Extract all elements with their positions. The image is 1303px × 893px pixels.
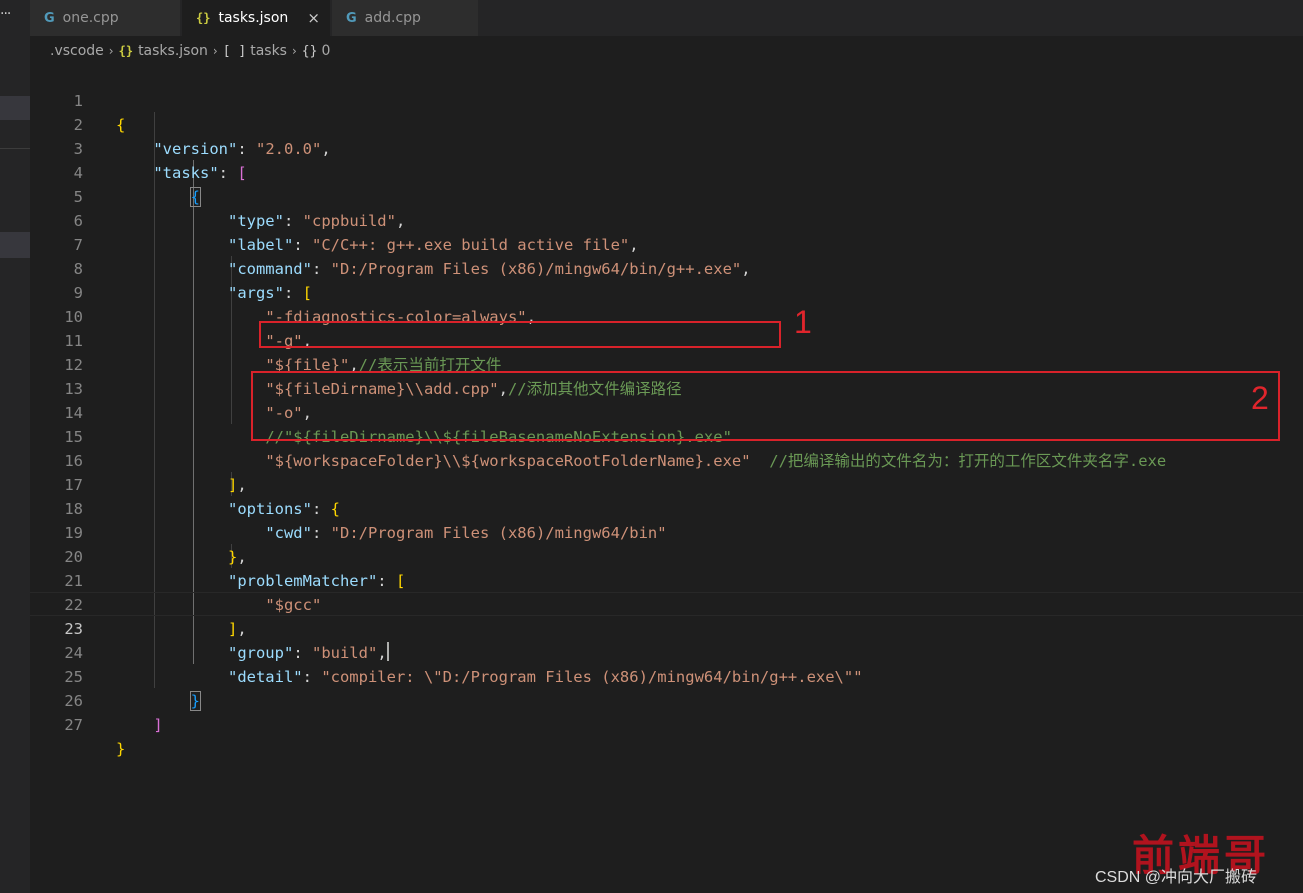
code-line: 19 },: [30, 497, 1303, 566]
editor-tab-bar: G one.cpp {} tasks.json × G add.cpp: [30, 0, 1303, 36]
code-line: 25 }: [30, 641, 1303, 711]
code-line: 3 "tasks": [: [30, 113, 1303, 182]
tab-label: add.cpp: [364, 10, 421, 26]
code-line-current: 23 "group": "build",: [30, 592, 1303, 662]
activity-item-selected[interactable]: [0, 96, 30, 120]
annotation-marker-1: 1: [794, 304, 812, 340]
tab-one-cpp[interactable]: G one.cpp: [30, 0, 180, 36]
activity-divider: [0, 148, 30, 149]
code-line: 10 "-g",: [30, 281, 1303, 350]
watermark-csdn: CSDN @冲向大厂搬砖: [1095, 869, 1258, 886]
chevron-right-icon: ›: [291, 44, 297, 58]
code-line: 24 "detail": "compiler: \"D:/Program Fil…: [30, 617, 1303, 686]
code-line: 17 "options": {: [30, 449, 1303, 518]
array-icon: [ ]: [222, 43, 247, 59]
breadcrumb: .vscode › {} tasks.json › [ ] tasks › {}…: [50, 40, 330, 62]
breadcrumb-file[interactable]: tasks.json: [138, 43, 208, 59]
more-actions-icon[interactable]: ...: [0, 2, 11, 18]
code-editor[interactable]: 1 { 2 "version": "2.0.0", 3 "tasks": [ 4…: [30, 64, 1303, 893]
annotation-box-1: [259, 321, 781, 348]
code-line: 18 "cwd": "D:/Program Files (x86)/mingw6…: [30, 473, 1303, 542]
activity-item-selected-2[interactable]: [0, 232, 30, 258]
code-line: 8 "args": [: [30, 233, 1303, 302]
code-line: 4 {: [30, 137, 1303, 207]
code-line: 1 {: [30, 65, 1303, 134]
breadcrumb-folder[interactable]: .vscode: [50, 43, 104, 59]
code-line: 22 ],: [30, 569, 1303, 638]
tab-label: tasks.json: [218, 10, 289, 26]
code-line: 2 "version": "2.0.0",: [30, 89, 1303, 158]
object-icon: {}: [301, 43, 318, 59]
tab-add-cpp[interactable]: G add.cpp: [332, 0, 478, 36]
tab-tasks-json[interactable]: {} tasks.json ×: [182, 0, 330, 36]
chevron-right-icon: ›: [108, 44, 114, 58]
json-file-icon: {}: [196, 11, 211, 25]
annotation-marker-2: 2: [1251, 380, 1269, 416]
code-line: 5 "type": "cppbuild",: [30, 161, 1303, 230]
code-line: 21 "$gcc": [30, 545, 1303, 614]
annotation-box-2: [251, 371, 1280, 441]
bracket-close: ]: [153, 716, 163, 734]
code-line: 7 "command": "D:/Program Files (x86)/min…: [30, 209, 1303, 278]
tab-label: one.cpp: [62, 10, 119, 26]
cpp-file-icon: G: [44, 10, 55, 26]
code-line: 26 ]: [30, 665, 1303, 734]
breadcrumb-array[interactable]: tasks: [250, 43, 287, 59]
line-number: 27: [64, 716, 83, 734]
code-line: 20 "problemMatcher": [: [30, 521, 1303, 590]
json-file-icon: {}: [118, 44, 134, 58]
brace-close: }: [116, 740, 126, 758]
breadcrumb-object[interactable]: 0: [321, 43, 330, 59]
code-line: 6 "label": "C/C++: g++.exe build active …: [30, 185, 1303, 254]
activity-bar: ...: [0, 0, 30, 893]
close-icon[interactable]: ×: [307, 9, 320, 27]
code-line: 27 }: [30, 689, 1303, 758]
cpp-file-icon: G: [346, 10, 357, 26]
chevron-right-icon: ›: [212, 44, 218, 58]
code-line: 9 "-fdiagnostics-color=always",: [30, 257, 1303, 326]
